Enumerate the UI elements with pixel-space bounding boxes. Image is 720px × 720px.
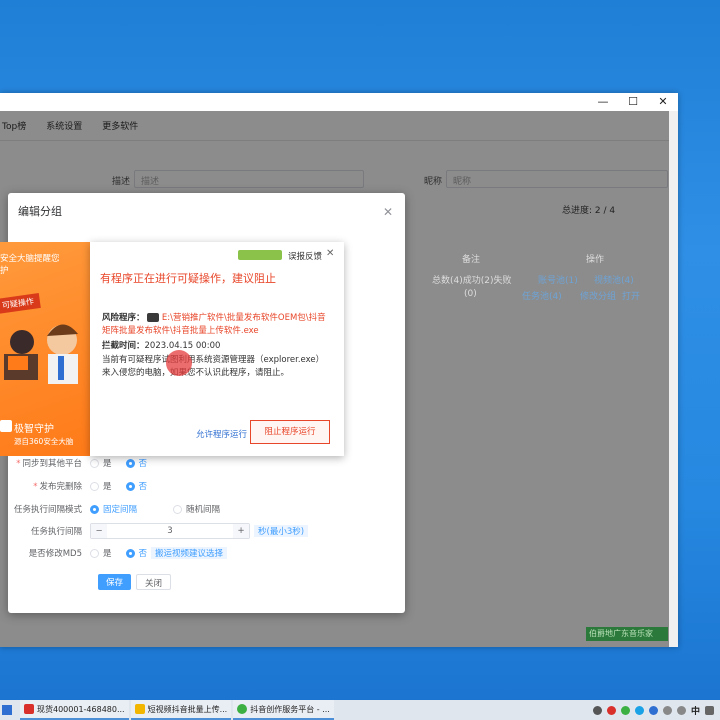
popup-close-icon[interactable]: ✕ [326, 248, 334, 259]
scrollbar[interactable] [669, 111, 678, 647]
allow-program-link[interactable]: 允许程序运行 [196, 428, 247, 440]
title-bar: — ☐ ✕ [0, 93, 678, 111]
taskbar-item-uploader[interactable]: 短视频抖音批量上传... [130, 700, 232, 720]
minimize-button[interactable]: — [588, 93, 618, 111]
taskbar-item-wps[interactable]: 现货400001-468480... [20, 700, 129, 720]
interval-label: 任务执行间隔 [30, 527, 82, 537]
suspicious-badge: 可疑操作 [0, 293, 41, 314]
tray-bluetooth-icon[interactable] [648, 705, 658, 715]
row-summary: 总数(4)成功(2)失败 [432, 276, 512, 286]
delete-row: * 发布完删除 是 否 [33, 480, 148, 492]
interval-minus-button[interactable]: − [91, 524, 107, 538]
close-window-button[interactable]: ✕ [648, 93, 678, 111]
brand-sub: 源自360安全大脑 [14, 437, 74, 446]
sync-no-radio[interactable]: 否 [125, 457, 147, 469]
mouse-cursor-highlight [166, 350, 192, 376]
delete-yes-radio[interactable]: 是 [90, 480, 112, 492]
md5-hint: 搬运视频建议选择 [151, 547, 228, 559]
mode-label: 任务执行间隔模式 [13, 505, 82, 515]
interval-stepper[interactable]: − 3 + [90, 523, 250, 539]
interval-value[interactable]: 3 [107, 526, 233, 536]
system-tray: 中 [592, 704, 720, 717]
col-action: 操作 [586, 255, 605, 265]
interval-hint: 秒(最小3秒) [254, 525, 309, 537]
hacker-illustration-icon [4, 324, 78, 384]
taskbar-item-browser[interactable]: 抖音创作服务平台 - ... [233, 700, 334, 720]
delete-label: 发布完删除 [39, 482, 82, 492]
risk-program-line: 风险程序： E:\营销推广软件\批量发布软件OEM包\抖音矩阵批量发布软件\抖音… [102, 312, 334, 338]
intercept-time-line: 拦截时间：2023.04.15 00:00 [102, 340, 220, 353]
browser-icon [237, 704, 248, 714]
security-alert-popup: 误报反馈 ✕ 有程序正在进行可疑操作，建议阻止 风险程序： E:\营销推广软件\… [90, 242, 344, 456]
shield-status-icon [238, 250, 282, 260]
dialog-title: 编辑分组 [18, 205, 62, 218]
task-pool-link[interactable]: 任务池(4) [522, 289, 562, 302]
progress-text: 总进度: 2 / 4 [562, 206, 616, 216]
brand-name: 极智守护 [14, 424, 54, 435]
interval-row: 任务执行间隔 − 3 + 秒(最小3秒) [8, 523, 309, 539]
interval-plus-button[interactable]: + [233, 524, 249, 538]
tray-network-icon[interactable] [662, 705, 672, 715]
panel-line2: 护 [0, 266, 9, 276]
tray-volume-icon[interactable] [676, 705, 686, 715]
md5-label: 是否修改MD5 [28, 549, 82, 559]
delete-no-radio[interactable]: 否 [125, 480, 147, 492]
tray-chevron-icon[interactable] [592, 705, 602, 715]
md5-yes-radio[interactable]: 是 [90, 547, 112, 559]
block-program-button[interactable]: 阻止程序运行 [250, 420, 330, 444]
sync-yes-radio[interactable]: 是 [90, 457, 112, 469]
security-side-panel: 安全大脑提醒您 护 可疑操作 极智守护 源自360安全大脑 [0, 242, 90, 456]
video-pool-link[interactable]: 视频池(4) [594, 273, 634, 286]
mode-row: 任务执行间隔模式 固定间隔 随机间隔 [8, 501, 234, 517]
mode-random-radio[interactable]: 随机间隔 [173, 503, 220, 515]
risk-label: 风险程序： [102, 313, 145, 323]
save-button[interactable]: 保存 [98, 574, 132, 590]
edit-group-link[interactable]: 修改分组 [580, 289, 616, 302]
taskbar: 现货400001-468480... 短视频抖音批量上传... 抖音创作服务平台… [0, 700, 720, 720]
sync-label: 同步到其他平台 [22, 459, 82, 469]
cancel-button[interactable]: 关闭 [136, 574, 172, 590]
app-icon [134, 704, 145, 714]
panel-line1: 安全大脑提醒您 [0, 254, 60, 264]
row-zero: (0) [464, 289, 477, 299]
false-report-link[interactable]: 误报反馈 [288, 250, 322, 262]
tray-wechat-icon[interactable] [620, 705, 630, 715]
sync-row: * 同步到其他平台 是 否 [16, 457, 148, 469]
account-pool-link[interactable]: 账号池(1) [538, 273, 578, 286]
alert-description: 当前有可疑程序试图利用系统资源管理器（explorer.exe）来入侵您的电脑，… [102, 355, 325, 378]
notification-icon[interactable] [705, 705, 714, 715]
brand-logo-icon [0, 420, 12, 432]
ime-indicator[interactable]: 中 [691, 704, 700, 717]
tray-app-icon[interactable] [634, 705, 644, 715]
maximize-button[interactable]: ☐ [618, 93, 648, 111]
open-link[interactable]: 打开 [622, 289, 640, 302]
start-icon[interactable] [2, 705, 12, 715]
dialog-close-icon[interactable]: ✕ [383, 205, 393, 219]
tray-360-icon[interactable] [606, 705, 616, 715]
mode-fixed-radio[interactable]: 固定间隔 [90, 503, 137, 515]
status-strip: 伯爵地广东音乐家 [586, 627, 668, 641]
md5-no-radio[interactable]: 否 [125, 547, 147, 559]
popup-title: 有程序正在进行可疑操作，建议阻止 [100, 272, 276, 285]
md5-row: 是否修改MD5 是 否 搬运视频建议选择 [8, 545, 228, 561]
wps-icon [24, 704, 34, 714]
program-icon [147, 313, 160, 322]
time-label: 拦截时间： [102, 341, 145, 351]
col-remark: 备注 [462, 255, 481, 265]
